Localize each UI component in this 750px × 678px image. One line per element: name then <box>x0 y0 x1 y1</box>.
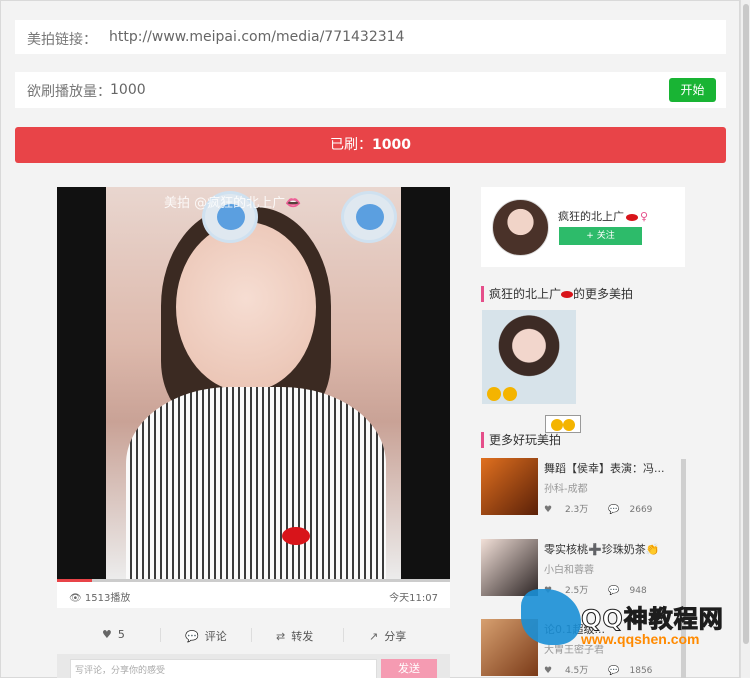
plays-input[interactable]: 1000 <box>110 82 146 98</box>
video-lips <box>282 527 310 545</box>
comment-input[interactable]: 写评论，分享你的感受 <box>70 659 377 678</box>
video-player[interactable]: 美拍 @疯狂的北上广👄 <box>57 187 450 579</box>
video-shirt <box>126 387 386 579</box>
item-likes: 2.3万 <box>564 505 589 515</box>
comment-box: 写评论，分享你的感受 发送 <box>57 654 450 678</box>
divider <box>343 628 344 642</box>
lips-icon <box>626 213 638 221</box>
send-button[interactable]: 发送 <box>381 659 437 678</box>
heart-icon: ♥ <box>544 666 553 676</box>
share-label: 分享 <box>384 630 407 643</box>
share-icon: ↗ <box>369 630 379 643</box>
item-user: 小白和蓉蓉 <box>544 565 594 576</box>
emoji-icon <box>563 419 575 431</box>
status-prefix: 已刷： <box>330 137 373 153</box>
comment-label: 评论 <box>204 630 227 643</box>
repost-label: 转发 <box>291 630 314 643</box>
comment-button[interactable]: 💬 评论 <box>185 628 227 644</box>
item-stats: ♥ 4.5万 💬 1856 <box>544 663 672 676</box>
comment-icon: 💬 <box>185 630 199 643</box>
item-comments: 2669 <box>629 505 653 515</box>
item-likes: 4.5万 <box>564 666 589 676</box>
avatar[interactable] <box>492 199 549 256</box>
watermark-logo: QQ神教程网 www.qqshen.com <box>521 587 743 647</box>
eye-icon: 👁 <box>69 593 82 604</box>
views-count: 👁 1513播放 <box>69 589 130 604</box>
mouse-ear-right <box>341 191 397 243</box>
follow-button[interactable]: + 关注 <box>559 227 642 245</box>
page-scrollbar[interactable] <box>740 0 750 678</box>
emoji-icon <box>487 387 501 401</box>
fun-section-title: 更多好玩美拍 <box>481 432 561 448</box>
item-title: 舞蹈【侯幸】表演：冯... <box>544 462 665 475</box>
profile-name[interactable]: 疯狂的北上广 ♀ <box>558 208 648 224</box>
profile-name-text: 疯狂的北上广 <box>558 210 624 223</box>
female-icon: ♀ <box>640 210 649 223</box>
scrollbar-thumb[interactable] <box>743 4 749 644</box>
views-text: 1513播放 <box>84 593 131 604</box>
comment-icon: 💬 <box>608 505 620 515</box>
item-title: 零实核桃➕珍珠奶茶👏 <box>544 543 660 556</box>
emoji-icon <box>551 419 563 431</box>
url-row: 美拍链接： http://www.meipai.com/media/771432… <box>15 20 726 54</box>
more-section-title: 疯狂的北上广 的更多美拍 <box>481 286 633 302</box>
status-count: 1000 <box>372 137 411 153</box>
url-input[interactable]: http://www.meipai.com/media/771432314 <box>109 29 404 45</box>
item-comments: 1856 <box>629 666 653 676</box>
item-stats: ♥ 2.3万 💬 2669 <box>544 502 672 515</box>
more-title-prefix: 疯狂的北上广 <box>489 287 562 301</box>
comment-icon: 💬 <box>608 666 620 676</box>
video-caption: 美拍 @疯狂的北上广👄 <box>164 196 302 211</box>
like-button[interactable]: ♥ 5 <box>102 628 125 641</box>
more-title-suffix: 的更多美拍 <box>573 287 634 301</box>
watermark-site: www.qqshen.com <box>581 631 700 647</box>
post-time: 今天11:07 <box>389 593 438 604</box>
emoji-icon <box>503 387 517 401</box>
divider <box>251 628 252 642</box>
repost-button[interactable]: ⇄ 转发 <box>276 628 313 644</box>
item-thumb <box>481 458 538 515</box>
profile-card: 疯狂的北上广 ♀ + 关注 <box>481 187 685 267</box>
list-item[interactable]: 舞蹈【侯幸】表演：冯... 孙科-成都 ♥ 2.3万 💬 2669 <box>481 458 681 518</box>
lips-icon <box>561 291 574 298</box>
repost-icon: ⇄ <box>276 630 286 643</box>
watermark-brand: QQ神教程网 <box>581 605 724 634</box>
start-button[interactable]: 开始 <box>669 78 716 102</box>
video-actions: ♥ 5 💬 评论 ⇄ 转发 ↗ 分享 <box>57 616 450 654</box>
plays-label: 欲刷播放量： <box>27 84 111 100</box>
heart-icon: ♥ <box>544 505 553 515</box>
item-user: 孙科-成都 <box>544 484 588 495</box>
plays-row: 欲刷播放量： 1000 开始 <box>15 72 726 108</box>
divider <box>160 628 161 642</box>
status-bar: 已刷：1000 <box>15 127 726 163</box>
emoji-tag <box>545 415 581 433</box>
more-video-thumb[interactable] <box>482 310 576 404</box>
app-frame: 美拍链接： http://www.meipai.com/media/771432… <box>0 0 740 678</box>
url-label: 美拍链接： <box>27 32 97 48</box>
video-meta: 👁 1513播放 今天11:07 <box>57 582 450 608</box>
share-button[interactable]: ↗ 分享 <box>369 628 406 644</box>
heart-icon: ♥ <box>102 628 112 641</box>
video-frame: 美拍 @疯狂的北上广👄 <box>106 187 401 579</box>
dragon-logo-icon <box>521 589 581 645</box>
video-face <box>176 222 316 392</box>
like-count: 5 <box>117 628 125 641</box>
